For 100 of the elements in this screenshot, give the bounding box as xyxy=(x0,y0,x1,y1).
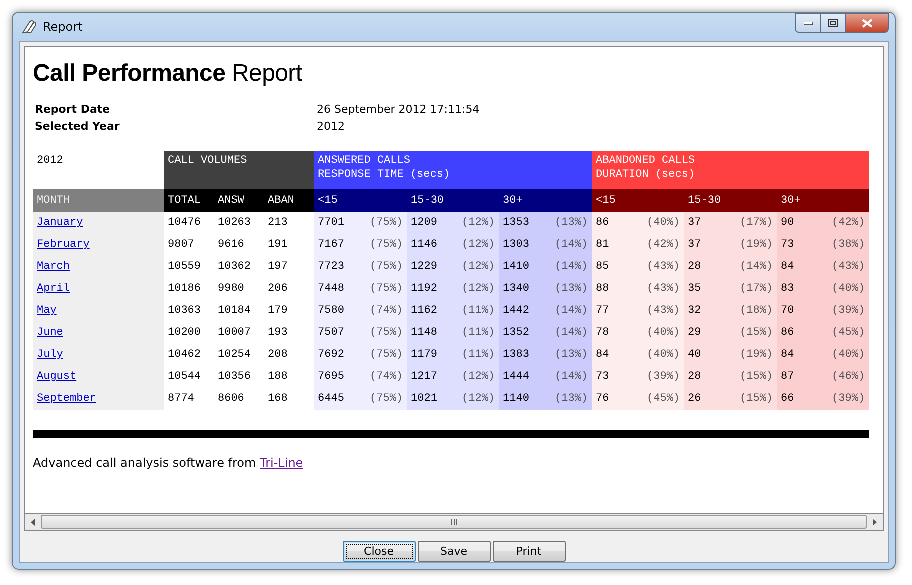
count-value: 1340 xyxy=(503,283,530,295)
count-value: 83 xyxy=(781,283,794,295)
percent-value: (11%) xyxy=(462,327,496,339)
count-value: 70 xyxy=(781,305,794,317)
report-title: Call Performance Report xyxy=(33,60,304,88)
percent-value: (40%) xyxy=(647,327,680,339)
percent-value: (40%) xyxy=(647,349,680,361)
percent-value: (15%) xyxy=(740,393,774,405)
window-title: Report xyxy=(43,20,84,34)
count-value: 1162 xyxy=(411,305,438,317)
month-link[interactable]: April xyxy=(37,283,70,295)
month-link[interactable]: June xyxy=(37,327,64,339)
close-button[interactable]: Close xyxy=(342,541,416,562)
percent-value: (75%) xyxy=(370,239,404,251)
percent-value: (15%) xyxy=(740,371,774,383)
percent-value: (38%) xyxy=(832,239,866,251)
percent-value: (40%) xyxy=(832,283,866,295)
count-value: 85 xyxy=(596,261,610,273)
count-value: 1192 xyxy=(411,283,438,295)
percent-value: (45%) xyxy=(647,393,680,405)
percent-value: (39%) xyxy=(832,305,866,317)
count-value: 7723 xyxy=(318,261,344,273)
scroll-left-icon[interactable] xyxy=(31,518,35,526)
month-link[interactable]: July xyxy=(37,349,64,361)
percent-value: (74%) xyxy=(370,371,404,383)
count-value: 84 xyxy=(596,349,610,361)
percent-value: (15%) xyxy=(740,327,774,339)
count-value: 86 xyxy=(781,327,794,339)
month-link[interactable]: January xyxy=(37,217,84,229)
count-value: 1179 xyxy=(411,349,438,361)
percent-value: (39%) xyxy=(832,393,866,405)
percent-value: (14%) xyxy=(555,239,588,251)
count-value: 29 xyxy=(688,327,702,339)
column-header: 30+ xyxy=(499,189,592,212)
field-value: 2012 xyxy=(317,120,346,133)
grip-icon xyxy=(450,519,458,525)
maximize-icon xyxy=(828,19,838,27)
field-label: Report Date xyxy=(35,103,112,116)
close-window-button[interactable] xyxy=(845,13,889,33)
percent-value: (14%) xyxy=(555,305,588,317)
tri-line-link[interactable]: Tri-Line xyxy=(260,456,304,470)
percent-value: (14%) xyxy=(555,261,588,273)
count-value: 37 xyxy=(688,239,702,251)
count-value: 7448 xyxy=(318,283,344,295)
percent-value: (12%) xyxy=(462,239,496,251)
percent-value: (14%) xyxy=(555,327,588,339)
column-header: TOTAL xyxy=(164,189,214,212)
column-header: 30+ xyxy=(777,189,870,212)
percent-value: (42%) xyxy=(832,217,866,229)
percent-value: (13%) xyxy=(555,393,588,405)
column-header: MONTH xyxy=(33,189,164,212)
count-value: 40 xyxy=(688,349,702,361)
percent-value: (75%) xyxy=(370,283,404,295)
count-value: 1148 xyxy=(411,327,438,339)
percent-value: (46%) xyxy=(832,371,866,383)
count-value: 73 xyxy=(781,239,794,251)
percent-value: (12%) xyxy=(462,393,496,405)
count-value: 1353 xyxy=(503,217,530,229)
percent-value: (11%) xyxy=(462,349,496,361)
percent-value: (13%) xyxy=(555,217,588,229)
count-value: 7692 xyxy=(318,349,344,361)
field-label: Selected Year xyxy=(35,120,121,133)
count-value: 81 xyxy=(596,239,610,251)
count-value: 7695 xyxy=(318,371,344,383)
percent-value: (43%) xyxy=(647,305,680,317)
count-value: 1444 xyxy=(503,371,530,383)
percent-value: (42%) xyxy=(647,239,680,251)
count-value: 1140 xyxy=(503,393,530,405)
save-button[interactable]: Save xyxy=(418,541,490,562)
percent-value: (75%) xyxy=(370,327,404,339)
percent-value: (43%) xyxy=(647,261,680,273)
percent-value: (39%) xyxy=(647,371,680,383)
count-value: 77 xyxy=(596,305,610,317)
count-value: 1021 xyxy=(411,393,438,405)
year-label: 2012 xyxy=(33,151,164,189)
column-header: <15 xyxy=(314,189,408,212)
group-header: CALL VOLUMES xyxy=(164,151,314,189)
percent-value: (43%) xyxy=(832,261,866,273)
table-cell: 213 xyxy=(264,212,314,234)
percent-value: (43%) xyxy=(647,283,680,295)
month-link[interactable]: May xyxy=(37,305,57,317)
print-button[interactable]: Print xyxy=(492,541,566,562)
minimize-button[interactable] xyxy=(795,13,820,33)
count-value: 1352 xyxy=(503,327,530,339)
maximize-button[interactable] xyxy=(820,13,845,33)
scrollbar-thumb[interactable] xyxy=(41,515,867,529)
group-header: ANSWERED CALLS RESPONSE TIME (secs) xyxy=(314,151,592,189)
percent-value: (75%) xyxy=(370,393,404,405)
percent-value: (13%) xyxy=(555,283,588,295)
count-value: 28 xyxy=(688,261,702,273)
percent-value: (75%) xyxy=(370,349,404,361)
month-link[interactable]: March xyxy=(37,261,70,273)
count-value: 35 xyxy=(688,283,702,295)
scroll-right-icon[interactable] xyxy=(873,518,877,526)
count-value: 1229 xyxy=(411,261,438,273)
count-value: 1303 xyxy=(503,239,530,251)
percent-value: (19%) xyxy=(740,349,774,361)
month-link[interactable]: August xyxy=(37,371,77,383)
count-value: 78 xyxy=(596,327,610,339)
percent-value: (74%) xyxy=(370,305,404,317)
